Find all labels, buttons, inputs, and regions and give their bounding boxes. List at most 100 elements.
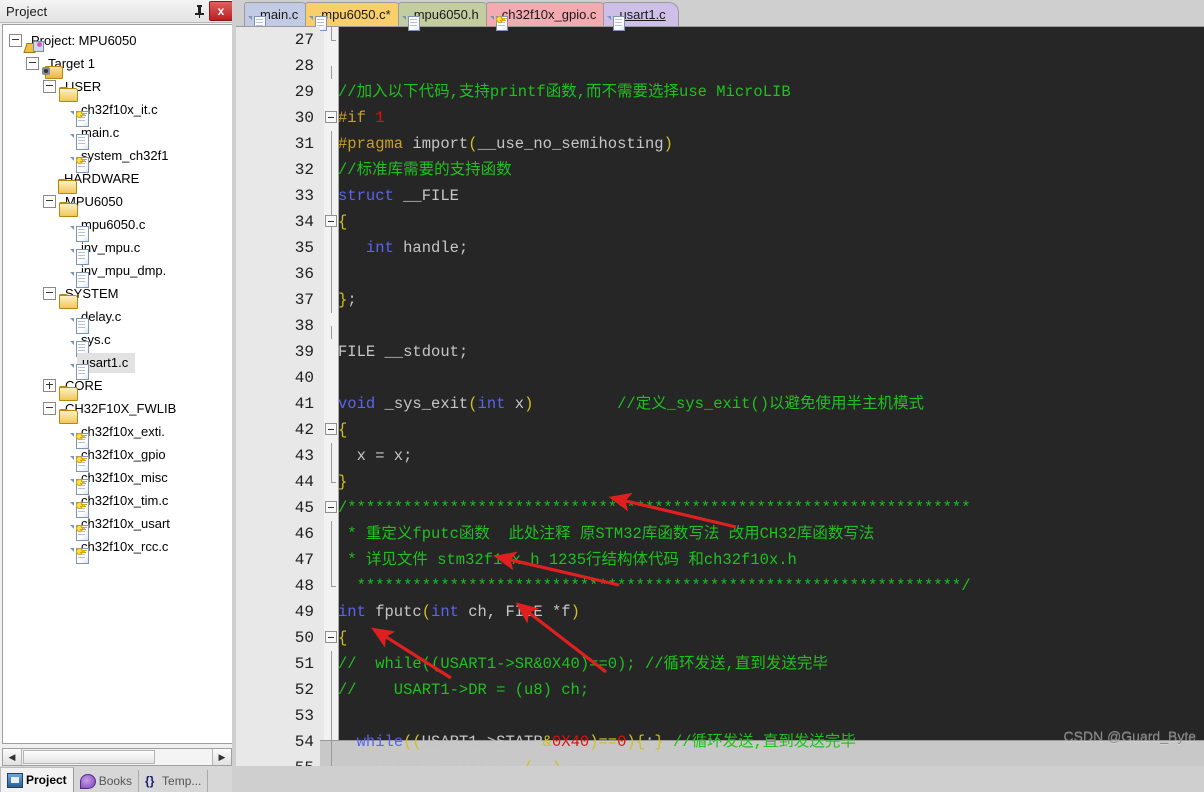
- tree-item-target-1[interactable]: Target 1: [3, 52, 233, 75]
- tree-item-user[interactable]: USER: [3, 75, 233, 98]
- fold-toggle-icon[interactable]: [325, 111, 337, 123]
- tree-item-inv-mpu-c[interactable]: inv_mpu.c: [3, 236, 233, 259]
- editor-tab-mpu6050h[interactable]: mpu6050.h: [398, 2, 492, 26]
- tree-item-delay-c[interactable]: delay.c: [3, 305, 233, 328]
- code-line[interactable]: 47 * 详见文件 stm32f10x.h 1235行结构体代码 和ch32f1…: [236, 547, 1204, 573]
- tree-item-mpu6050-c[interactable]: mpu6050.c: [3, 213, 233, 236]
- tree-item-ch32f10x-it-c[interactable]: ch32f10x_it.c: [3, 98, 233, 121]
- project-pane-hscrollbar[interactable]: ◀ ▶: [2, 748, 232, 766]
- line-number: 51: [236, 651, 320, 677]
- scroll-right-icon[interactable]: ▶: [212, 749, 231, 765]
- collapse-icon[interactable]: [43, 287, 56, 300]
- tree-item-ch32f10x-rcc-c[interactable]: ch32f10x_rcc.c: [3, 535, 233, 558]
- code-token: ((: [403, 733, 422, 751]
- code-line[interactable]: 31#pragma import(__use_no_semihosting): [236, 131, 1204, 157]
- code-line[interactable]: 38: [236, 313, 1204, 339]
- tree-item-ch32f10x-usart[interactable]: ch32f10x_usart: [3, 512, 233, 535]
- fold-toggle-icon[interactable]: [325, 423, 337, 435]
- tree-item-usart1-c[interactable]: usart1.c: [3, 351, 233, 374]
- code-line[interactable]: 32//标准库需要的支持函数: [236, 157, 1204, 183]
- code-line[interactable]: 49int fputc(int ch, FILE *f): [236, 599, 1204, 625]
- code-token: import: [412, 135, 468, 153]
- code-line[interactable]: 43 x = x;: [236, 443, 1204, 469]
- collapse-icon[interactable]: [26, 57, 39, 70]
- code-line[interactable]: 50{: [236, 625, 1204, 651]
- tree-item-ch32f10x-misc[interactable]: ch32f10x_misc: [3, 466, 233, 489]
- code-line[interactable]: 48 *************************************…: [236, 573, 1204, 599]
- line-number: 43: [236, 443, 320, 469]
- fold-guideline: [331, 443, 332, 469]
- code-line[interactable]: 42{: [236, 417, 1204, 443]
- editor-tab-mpu6050c[interactable]: mpu6050.c*: [305, 2, 403, 26]
- tree-item-hardware[interactable]: HARDWARE: [3, 167, 233, 190]
- pin-icon[interactable]: [189, 1, 209, 21]
- code-line[interactable]: 39FILE __stdout;: [236, 339, 1204, 365]
- code-line-text: FILE __stdout;: [338, 339, 468, 365]
- code-line-text: };: [338, 287, 357, 313]
- fold-toggle-icon[interactable]: [325, 215, 337, 227]
- project-tree-container[interactable]: Project: MPU6050Target 1USERch32f10x_it.…: [2, 24, 234, 744]
- tree-item-core[interactable]: CORE: [3, 374, 233, 397]
- code-token: * 详见文件 stm32f10x.h 1235行结构体代码 和ch32f10x.…: [338, 551, 797, 569]
- code-line[interactable]: 46 * 重定义fputc函数 此处注释 原STM32库函数写法 改用CH32库…: [236, 521, 1204, 547]
- tree-item-ch32f10x-tim-c[interactable]: ch32f10x_tim.c: [3, 489, 233, 512]
- code-line[interactable]: 53: [236, 703, 1204, 729]
- tree-item-system-ch32f1[interactable]: system_ch32f1: [3, 144, 233, 167]
- tree-item-main-c[interactable]: main.c: [3, 121, 233, 144]
- tree-item-label: ch32f10x_exti.: [77, 424, 165, 439]
- code-line[interactable]: 27: [236, 27, 1204, 53]
- code-token: (: [524, 759, 533, 766]
- tree-item-project-mpu6050[interactable]: Project: MPU6050: [3, 29, 233, 52]
- pane-tab-project[interactable]: Project: [0, 767, 74, 792]
- collapse-icon[interactable]: [43, 195, 56, 208]
- code-line[interactable]: 44}: [236, 469, 1204, 495]
- editor-area: main.cmpu6050.c*mpu6050.hch32f10x_gpio.c…: [236, 0, 1204, 792]
- code-token: ch;: [561, 759, 598, 766]
- tree-item-system[interactable]: SYSTEM: [3, 282, 233, 305]
- code-line-text: int handle;: [338, 235, 468, 261]
- code-line[interactable]: 29//加入以下代码,支持printf函数,而不需要选择use MicroLIB: [236, 79, 1204, 105]
- fold-guideline: [331, 261, 332, 287]
- pane-tab-label: Books: [99, 774, 132, 788]
- code-token: FILE __stdout;: [338, 343, 468, 361]
- code-token: [338, 239, 366, 257]
- tree-item-sys-c[interactable]: sys.c: [3, 328, 233, 351]
- tree-item-ch32f10x-exti-[interactable]: ch32f10x_exti.: [3, 420, 233, 443]
- code-line[interactable]: 40: [236, 365, 1204, 391]
- code-editor[interactable]: 272829//加入以下代码,支持printf函数,而不需要选择use Micr…: [236, 26, 1204, 766]
- close-icon[interactable]: x: [209, 1, 233, 21]
- fold-toggle-icon[interactable]: [325, 501, 337, 513]
- code-line[interactable]: 45/*************************************…: [236, 495, 1204, 521]
- code-token: (: [422, 603, 431, 621]
- tree-item-ch32f10x-fwlib[interactable]: CH32F10X_FWLIB: [3, 397, 233, 420]
- scroll-left-icon[interactable]: ◀: [3, 749, 22, 765]
- pane-tab-books[interactable]: Books: [74, 770, 139, 792]
- scroll-track[interactable]: [155, 749, 212, 765]
- code-token: ==: [599, 733, 618, 751]
- fold-toggle-icon[interactable]: [325, 631, 337, 643]
- tree-item-mpu6050[interactable]: MPU6050: [3, 190, 233, 213]
- collapse-icon[interactable]: [43, 80, 56, 93]
- editor-tab-usart1c[interactable]: usart1.c: [603, 2, 678, 26]
- editor-tab-mainc[interactable]: main.c: [244, 2, 311, 26]
- editor-tab-ch32f10xgpioc[interactable]: ch32f10x_gpio.c: [486, 2, 610, 26]
- code-line[interactable]: 30#if 1: [236, 105, 1204, 131]
- code-lines-container: 272829//加入以下代码,支持printf函数,而不需要选择use Micr…: [236, 27, 1204, 766]
- code-line[interactable]: 41void _sys_exit(int x) //定义_sys_exit()以…: [236, 391, 1204, 417]
- collapse-icon[interactable]: [43, 402, 56, 415]
- code-line[interactable]: 52// USART1->DR = (u8) ch;: [236, 677, 1204, 703]
- code-line[interactable]: 34{: [236, 209, 1204, 235]
- expand-icon[interactable]: [43, 379, 56, 392]
- tree-item-ch32f10x-gpio[interactable]: ch32f10x_gpio: [3, 443, 233, 466]
- code-line[interactable]: 33struct __FILE: [236, 183, 1204, 209]
- editor-tab-label: usart1.c: [619, 7, 665, 22]
- code-line[interactable]: 37};: [236, 287, 1204, 313]
- tree-item-inv-mpu-dmp-[interactable]: inv_mpu_dmp.: [3, 259, 233, 282]
- code-line[interactable]: 28: [236, 53, 1204, 79]
- pane-tab-temp[interactable]: {}Temp...: [139, 770, 208, 792]
- code-line[interactable]: 36: [236, 261, 1204, 287]
- scroll-thumb[interactable]: [23, 750, 155, 764]
- collapse-icon[interactable]: [9, 34, 22, 47]
- code-line[interactable]: 35 int handle;: [236, 235, 1204, 261]
- code-line[interactable]: 51// while((USART1->SR&0X40)==0); //循环发送…: [236, 651, 1204, 677]
